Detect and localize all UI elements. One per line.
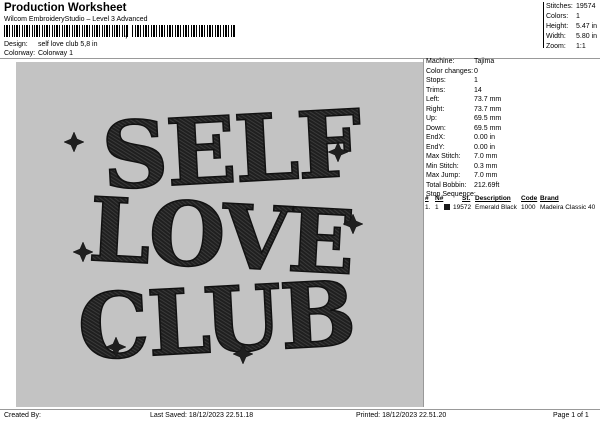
info-row: Min Stitch: 0.3 mm	[426, 163, 497, 170]
stat-value: 5.47 in	[576, 23, 598, 30]
stat-label: Height:	[546, 23, 569, 30]
stat-label: Width:	[546, 33, 566, 40]
col-header: St.	[462, 195, 471, 202]
info-value: 73.7 mm	[474, 96, 502, 103]
info-label: Up:	[426, 115, 437, 122]
footer-divider	[0, 409, 600, 410]
col-header: N#	[435, 195, 444, 202]
stat-label: Colors:	[546, 13, 569, 20]
info-row: Color changes:0	[426, 68, 478, 75]
row-code: 1000	[521, 204, 536, 211]
header-stats: Stitches: 19574 Colors: 1 Height: 5.47 in W…	[543, 2, 599, 50]
worksheet-title: Production Worksheet	[4, 2, 127, 14]
info-value: 7.0 mm	[474, 153, 498, 160]
info-label: Right:	[426, 105, 445, 113]
info-label: Stops:	[426, 77, 446, 84]
info-label: Color changes:	[426, 67, 474, 75]
info-row: EndX: 0.00 in	[426, 134, 495, 141]
color-swatch	[444, 204, 450, 210]
info-label: EndX:	[426, 134, 446, 141]
barcode-left	[4, 25, 129, 37]
info-value: 69.5 mm	[474, 115, 502, 122]
created-by: Created By:	[4, 412, 41, 419]
info-label: Min Stitch:	[426, 162, 459, 170]
info-value: 0.3 mm	[474, 162, 498, 170]
colorway-value: Colorway 1	[37, 50, 73, 57]
design-row: Design: self love club 5,8 in	[4, 41, 98, 48]
design-value: self love club 5,8 in	[37, 41, 98, 48]
barcode-right	[132, 25, 236, 37]
stat-label: Stitches:	[546, 3, 573, 10]
info-value: Tajima	[474, 58, 495, 65]
stat-value: 5.80 in	[576, 33, 598, 40]
stat-value: 1	[576, 13, 580, 20]
row-description: Emerald Black	[475, 204, 517, 211]
stat-row: Width: 5.80 in	[544, 32, 599, 42]
last-saved: Last Saved: 18/12/2023 22.51.18	[150, 412, 254, 419]
stat-row: Colors: 1	[544, 12, 599, 22]
stat-row: Height: 5.47 in	[544, 22, 599, 32]
info-row: Max Jump: 7.0 mm	[426, 172, 497, 179]
design-line-3: CLUB	[75, 261, 357, 381]
info-row: Max Stitch: 7.0 mm	[426, 153, 497, 160]
stat-value: 1:1	[576, 43, 586, 50]
col-header: Code	[521, 195, 538, 202]
info-label: Machine:	[426, 58, 455, 65]
info-label: Max Stitch:	[426, 153, 461, 160]
col-header: #	[425, 195, 429, 202]
colorway-row: Colorway: Colorway 1	[4, 50, 73, 57]
machine-info-panel: Machine: Tajima Color changes:0 Stops: 1 T…	[423, 58, 600, 407]
info-value: 69.5 mm	[474, 124, 502, 132]
info-row: Right: 73.7 mm	[426, 106, 501, 113]
design-label: Design:	[4, 41, 28, 48]
info-value: 0.00 in	[474, 134, 496, 141]
info-label: Total Bobbin:	[426, 181, 467, 189]
info-row: EndY: 0.00 in	[426, 144, 495, 151]
barcode-mark: ,	[125, 29, 128, 39]
row-brand: Madeira Classic 40	[540, 204, 596, 211]
info-value: 7.0 mm	[474, 172, 498, 179]
stat-row: Zoom: 1:1	[544, 42, 599, 52]
row-number: 1.	[425, 204, 431, 211]
info-value: 1	[474, 77, 478, 84]
design-preview: SELF LOVE CLUB	[16, 62, 423, 407]
sparkle-shape	[63, 131, 85, 153]
info-value: 0.00 in	[474, 143, 496, 151]
software-subtitle: Wilcom EmbroideryStudio – Level 3 Advanc…	[4, 16, 148, 23]
info-label: Trims:	[426, 86, 446, 94]
info-row: Stops: 1	[426, 77, 478, 84]
info-row: Left: 73.7 mm	[426, 96, 501, 103]
info-label: Left:	[426, 96, 440, 103]
stat-value: 19574	[576, 3, 596, 10]
info-label: Max Jump:	[426, 172, 461, 179]
info-label: Down:	[426, 124, 446, 132]
stat-row: Stitches: 19574	[544, 2, 599, 12]
page-number: Page 1 of 1	[553, 412, 589, 419]
col-header: Description	[475, 195, 511, 202]
col-header: Brand	[540, 195, 559, 202]
info-row: Machine: Tajima	[426, 58, 494, 65]
info-value: 14	[474, 86, 482, 94]
stat-label: Zoom:	[546, 43, 566, 50]
info-value: 0	[474, 67, 478, 75]
info-value: 73.7 mm	[474, 105, 502, 113]
embroidery-design: SELF LOVE CLUB	[63, 88, 365, 382]
row-stitches: 19572	[453, 204, 472, 211]
info-row: Up: 69.5 mm	[426, 115, 501, 122]
colorway-label: Colorway:	[4, 50, 36, 57]
row-needle: 1	[435, 204, 439, 211]
info-value: 212.69ft	[474, 181, 500, 189]
info-label: EndY:	[426, 143, 445, 151]
info-row: Total Bobbin: 212.69ft	[426, 182, 499, 189]
info-row: Down: 69.5 mm	[426, 125, 501, 132]
info-row: Trims: 14	[426, 87, 482, 94]
printed-date: Printed: 18/12/2023 22.51.20	[356, 412, 447, 419]
